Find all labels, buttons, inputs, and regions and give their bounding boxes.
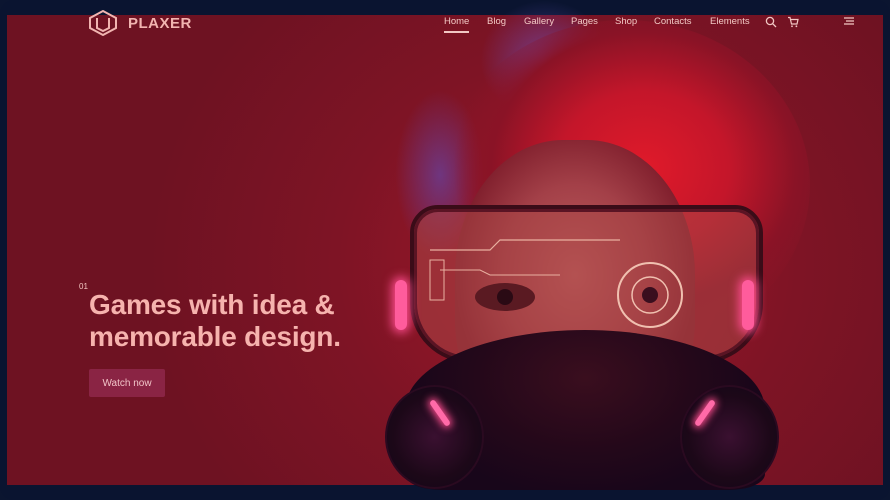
browser-frame: PLAXER Home Blog Gallery Pages Shop Cont… bbox=[0, 0, 890, 500]
goggle-hud-graphic bbox=[429, 239, 683, 328]
hero-title-line-2: memorable design. bbox=[89, 321, 341, 352]
hero-title-line-1: Games with idea & bbox=[89, 289, 335, 320]
brand-logo[interactable]: PLAXER bbox=[88, 10, 192, 36]
nav-item-pages[interactable]: Pages bbox=[571, 16, 598, 27]
left-neon-lamp bbox=[395, 280, 407, 330]
search-icon[interactable] bbox=[765, 16, 777, 28]
nav-item-shop[interactable]: Shop bbox=[615, 16, 637, 27]
nav-item-elements[interactable]: Elements bbox=[710, 16, 750, 27]
hamburger-menu-icon[interactable] bbox=[843, 16, 855, 26]
right-filter bbox=[680, 385, 779, 489]
watch-now-button[interactable]: Watch now bbox=[89, 369, 165, 397]
hero-title: Games with idea & memorable design. bbox=[89, 289, 341, 353]
nav-item-contacts[interactable]: Contacts bbox=[654, 16, 692, 27]
cart-icon[interactable] bbox=[787, 16, 799, 28]
nav-item-gallery[interactable]: Gallery bbox=[524, 16, 554, 27]
nav-item-blog[interactable]: Blog bbox=[487, 16, 506, 27]
slide-index: 01 bbox=[79, 282, 88, 291]
brand-name: PLAXER bbox=[128, 14, 192, 32]
right-neon-lamp bbox=[742, 280, 754, 330]
hexagon-shield-logo-icon bbox=[89, 10, 117, 36]
nav-item-home[interactable]: Home bbox=[444, 16, 470, 33]
